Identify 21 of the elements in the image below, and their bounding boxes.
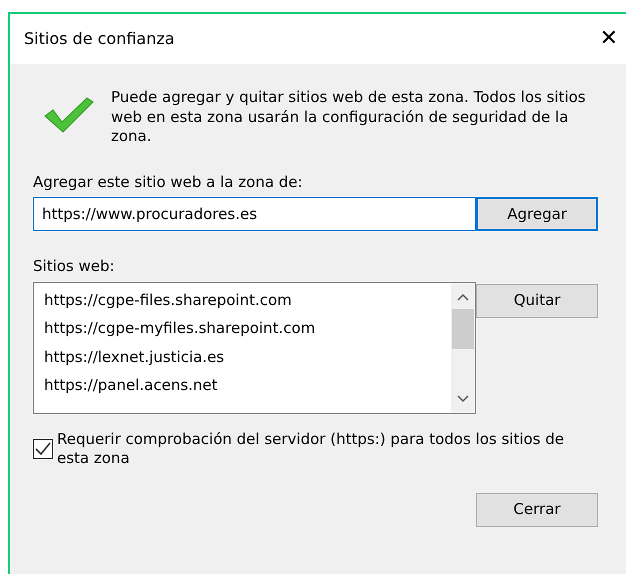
site-list-item[interactable]: https://cgpe-files.sharepoint.com — [44, 286, 442, 314]
checkmark-icon — [43, 96, 95, 134]
remove-button[interactable]: Quitar — [476, 284, 598, 318]
url-input-field[interactable]: https://www.procuradores.es — [33, 197, 476, 231]
site-list-item[interactable]: https://panel.acens.net — [44, 371, 442, 400]
field-label: Agregar este sitio web a la zona de: — [33, 172, 304, 192]
site-list-item[interactable]: https://lexnet.justicia.es — [44, 342, 442, 371]
checkbox[interactable] — [33, 439, 53, 459]
check-icon — [35, 442, 51, 456]
window-title: Sitios de confianza — [24, 28, 175, 50]
scroll-down-icon[interactable] — [457, 394, 470, 402]
add-button[interactable]: Agregar — [476, 197, 598, 231]
site-list-item[interactable]: https://cgpe-myfiles.sharepoint.com — [44, 314, 442, 342]
scrollbar[interactable] — [451, 282, 476, 412]
list-label: Sitios web: — [33, 256, 116, 277]
checkbox-label: Requerir comprobación del servidor (https:) para todos los sitios de esta zona — [57, 430, 566, 468]
info-message: Puede agregar y quitar sitios web de esta zona. Todos los sitios web en esta zona usarán la configuración de seguridad de la zona. — [111, 88, 587, 146]
close-button[interactable]: ✕ — [596, 28, 622, 50]
close-dialog-button[interactable]: Cerrar — [476, 492, 598, 526]
scroll-thumb[interactable] — [452, 308, 474, 348]
scroll-up-icon[interactable] — [457, 292, 470, 300]
